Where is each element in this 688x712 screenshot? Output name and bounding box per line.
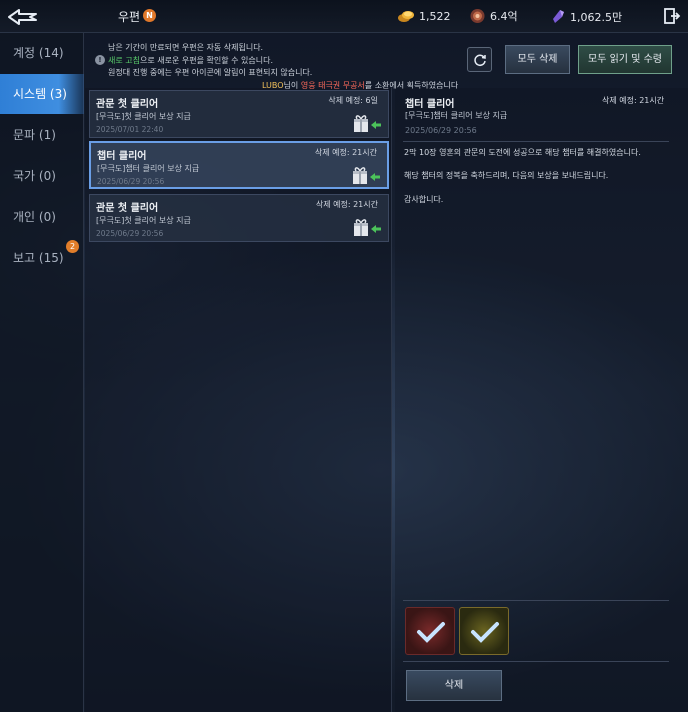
notice-text: 남은 기간이 만료되면 우편은 자동 삭제됩니다. 새로 고침으로 새로운 우편…	[108, 42, 312, 80]
top-bar: 우편 N 1,522 6.4억 1,062.5만	[0, 0, 688, 33]
gift-icon	[354, 115, 381, 132]
crystal-value: 1,062.5만	[570, 10, 623, 24]
mail-item[interactable]: 관문 첫 클리어 삭제 예정: 6일 [무극도]첫 클리어 보상 지급 2025…	[89, 90, 389, 138]
check-icon	[471, 622, 499, 643]
mail-date: 2025/06/29 20:56	[96, 229, 164, 238]
crystal-icon	[553, 10, 564, 23]
currency-crystal: 1,062.5만	[551, 8, 622, 25]
reward-item[interactable]	[459, 607, 509, 655]
sidebar-item-personal[interactable]: 개인 (0)	[0, 197, 84, 237]
read-all-button[interactable]: 모두 읽기 및 수령	[578, 45, 672, 74]
detail-body-line: 2막 10장 영혼의 관문의 도전에 성공으로 해당 챕터를 해결하였습니다.	[404, 148, 641, 157]
refresh-icon	[473, 54, 486, 66]
gold-value: 1,522	[419, 9, 451, 23]
delete-all-button[interactable]: 모두 삭제	[505, 45, 570, 74]
currency-gold: 1,522	[397, 8, 451, 24]
refresh-button[interactable]	[467, 47, 492, 72]
check-icon	[417, 622, 445, 643]
mail-deadline: 삭제 예정: 21시간	[315, 200, 378, 209]
divider	[403, 600, 669, 601]
sidebar-item-system[interactable]: 시스템 (3)	[0, 74, 84, 114]
detail-body-line: 감사합니다.	[404, 195, 444, 204]
mail-subtitle: [무극도]첫 클리어 보상 지급	[96, 216, 191, 225]
new-badge: N	[143, 9, 156, 22]
notice-line-2: 새로 고침으로 새로운 우편을 확인할 수 있습니다.	[108, 55, 312, 68]
divider	[403, 141, 669, 142]
notice-refresh-text: 새로 고침	[108, 55, 140, 65]
back-button[interactable]	[0, 0, 46, 33]
banner-user: LUBO	[262, 81, 284, 90]
mail-deadline: 삭제 예정: 21시간	[314, 148, 377, 157]
sidebar-item-nation[interactable]: 국가 (0)	[0, 156, 84, 196]
detail-title: 챕터 클리어	[405, 99, 455, 110]
gift-icon	[354, 219, 381, 236]
gold-coin-icon	[398, 11, 414, 22]
mail-subtitle: [무극도]챕터 클리어 보상 지급	[97, 164, 200, 173]
mail-item-selected[interactable]: 챕터 클리어 삭제 예정: 21시간 [무극도]챕터 클리어 보상 지급 202…	[89, 141, 389, 189]
notice-line-3: 원정대 진행 중에는 우편 아이콘에 알림이 표현되지 않습니다.	[108, 68, 313, 77]
notice-line-1: 남은 기간이 만료되면 우편은 자동 삭제됩니다.	[108, 43, 264, 52]
detail-deadline: 삭제 예정: 21시간	[602, 96, 665, 105]
jewel-icon	[470, 9, 485, 23]
delete-button[interactable]: 삭제	[406, 670, 502, 701]
divider	[403, 661, 669, 662]
mail-title: 관문 첫 클리어	[96, 203, 159, 214]
detail-body-line: 해당 챕터의 정복을 축하드리며, 다음의 보상을 보내드립니다.	[404, 171, 609, 180]
mail-title: 관문 첫 클리어	[96, 99, 159, 110]
mail-title: 챕터 클리어	[97, 151, 147, 162]
mail-date: 2025/06/29 20:56	[97, 177, 165, 186]
jewel-value: 6.4억	[490, 10, 518, 23]
detail-subtitle: [무극도]챕터 클리어 보상 지급	[405, 111, 508, 120]
mail-item[interactable]: 관문 첫 클리어 삭제 예정: 21시간 [무극도]첫 클리어 보상 지급 20…	[89, 194, 389, 242]
banner-mid: 님이	[283, 81, 301, 90]
info-icon: !	[95, 55, 105, 65]
category-sidebar: 계정 (14) 시스템 (3) 문파 (1) 국가 (0) 개인 (0) 보고 …	[0, 33, 84, 712]
mail-subtitle: [무극도]첫 클리어 보상 지급	[96, 112, 191, 121]
mail-deadline: 삭제 예정: 6일	[328, 96, 378, 105]
report-badge: 2	[66, 240, 79, 253]
notice-line-2-rest: 으로 새로운 우편을 확인할 수 있습니다.	[139, 55, 274, 65]
banner-item: 영웅 태극권 무공서	[300, 81, 365, 90]
reward-item[interactable]	[405, 607, 455, 655]
currency-jewel: 6.4억	[469, 8, 518, 24]
mail-date: 2025/07/01 22:40	[96, 125, 164, 134]
sidebar-item-guild[interactable]: 문파 (1)	[0, 115, 84, 155]
page-title: 우편	[118, 10, 141, 24]
gift-icon	[353, 167, 380, 184]
sidebar-item-account[interactable]: 계정 (14)	[0, 33, 84, 73]
back-arrow-icon	[8, 8, 37, 25]
exit-icon[interactable]	[663, 7, 681, 25]
detail-date: 2025/06/29 20:56	[405, 126, 477, 135]
